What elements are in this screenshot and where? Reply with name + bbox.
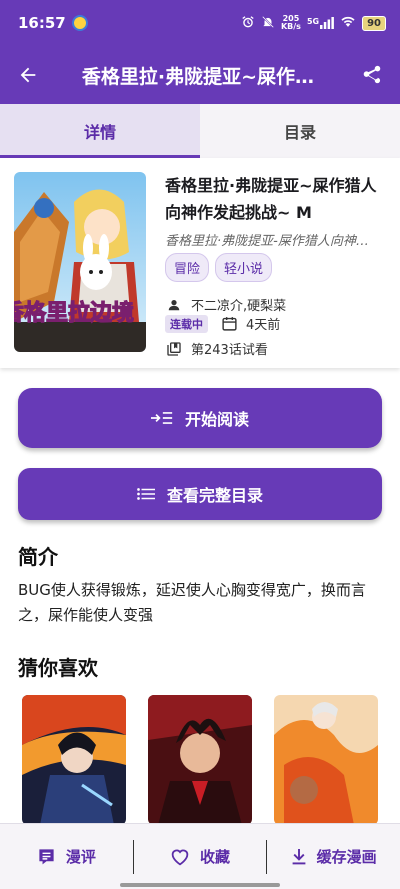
recommend-item[interactable]	[148, 695, 252, 825]
book-alt-title: 香格里拉·弗陇提亚-屎作猎人向神…	[165, 234, 369, 249]
comment-icon	[37, 847, 56, 866]
arrow-back-icon	[20, 67, 36, 83]
alarm-icon	[241, 15, 255, 32]
book-info-card: 香格里拉边境 香格里拉·弗陇提亚~屎作猎人向神作发起挑战~ M 香格里拉·弗陇提…	[0, 158, 400, 368]
read-start-icon	[150, 410, 173, 426]
download-icon	[291, 848, 307, 866]
status-bar: 16:57 205 KB/s 5G 90	[0, 0, 400, 46]
signal-icon: 5G	[307, 17, 334, 29]
gesture-handle[interactable]	[120, 883, 280, 887]
battery-indicator: 90	[362, 15, 386, 31]
net-speed-unit: KB/s	[280, 22, 301, 31]
download-label: 缓存漫画	[316, 848, 377, 866]
favorite-label: 收藏	[200, 848, 231, 866]
status-badge: 连载中	[165, 314, 208, 333]
tab-details[interactable]: 详情	[0, 104, 200, 158]
tab-bar: 详情 目录	[0, 104, 400, 158]
author-row: 不二凉介,硬梨菜	[165, 295, 286, 314]
recommend-item[interactable]	[274, 695, 378, 825]
comments-button[interactable]: 漫评	[0, 840, 133, 874]
status-icons: 205 KB/s 5G 90	[241, 15, 386, 32]
book-title: 香格里拉·弗陇提亚~屎作猎人向神作发起挑战~ M	[165, 176, 377, 222]
cover-title-text: 香格里拉边境	[14, 300, 134, 326]
mute-bell-icon	[261, 15, 275, 32]
favorite-button[interactable]: 收藏	[134, 840, 267, 874]
start-reading-button[interactable]: 开始阅读	[18, 388, 382, 448]
recommend-heading: 猜你喜欢	[18, 656, 98, 680]
app-bar: 香格里拉·弗陇提亚~屎作…	[0, 46, 400, 104]
tag-chip[interactable]: 冒险	[165, 253, 210, 282]
app-bar-title: 香格里拉·弗陇提亚~屎作…	[81, 65, 315, 88]
intro-heading: 简介	[18, 545, 58, 569]
share-button[interactable]	[344, 46, 400, 104]
view-catalog-label: 查看完整目录	[166, 486, 263, 505]
recommend-cover	[274, 695, 378, 825]
network-type: 5G	[306, 17, 320, 26]
recommend-cover	[148, 695, 252, 825]
read-progress[interactable]: 第243话试看	[191, 339, 268, 358]
library-books-icon	[165, 340, 183, 358]
back-button[interactable]	[0, 46, 56, 104]
calendar-icon	[220, 315, 238, 333]
start-reading-label: 开始阅读	[184, 410, 249, 429]
download-button[interactable]: 缓存漫画	[267, 840, 400, 874]
bottom-action-bar: 漫评 收藏 缓存漫画	[0, 823, 400, 889]
tag-chip[interactable]: 轻小说	[215, 253, 273, 282]
share-icon	[363, 65, 381, 84]
book-authors[interactable]: 不二凉介,硬梨菜	[191, 295, 286, 314]
list-icon	[137, 487, 155, 501]
intro-text: BUG使人获得锻炼，延迟使人心胸变得宽广，换而言之，屎作能使人变强	[18, 581, 366, 624]
tab-catalog[interactable]: 目录	[200, 104, 400, 158]
recommend-item[interactable]	[22, 695, 126, 825]
net-speed: 205 KB/s	[281, 15, 301, 31]
book-cover[interactable]: 香格里拉边境	[14, 172, 146, 352]
recommend-list	[0, 695, 400, 825]
person-icon	[165, 296, 183, 314]
progress-row: 第243话试看	[165, 339, 268, 358]
view-catalog-button[interactable]: 查看完整目录	[18, 468, 382, 520]
tag-list: 冒险 轻小说	[165, 253, 273, 282]
status-row: 连载中 4天前	[165, 314, 280, 333]
wifi-icon	[340, 15, 356, 31]
notification-emoji-icon	[71, 15, 88, 31]
comments-label: 漫评	[65, 848, 96, 866]
updated-time: 4天前	[246, 318, 281, 333]
heart-outline-icon	[170, 848, 190, 866]
cover-art: 香格里拉边境	[14, 172, 146, 352]
status-time: 16:57	[18, 14, 66, 32]
recommend-cover	[22, 695, 126, 825]
